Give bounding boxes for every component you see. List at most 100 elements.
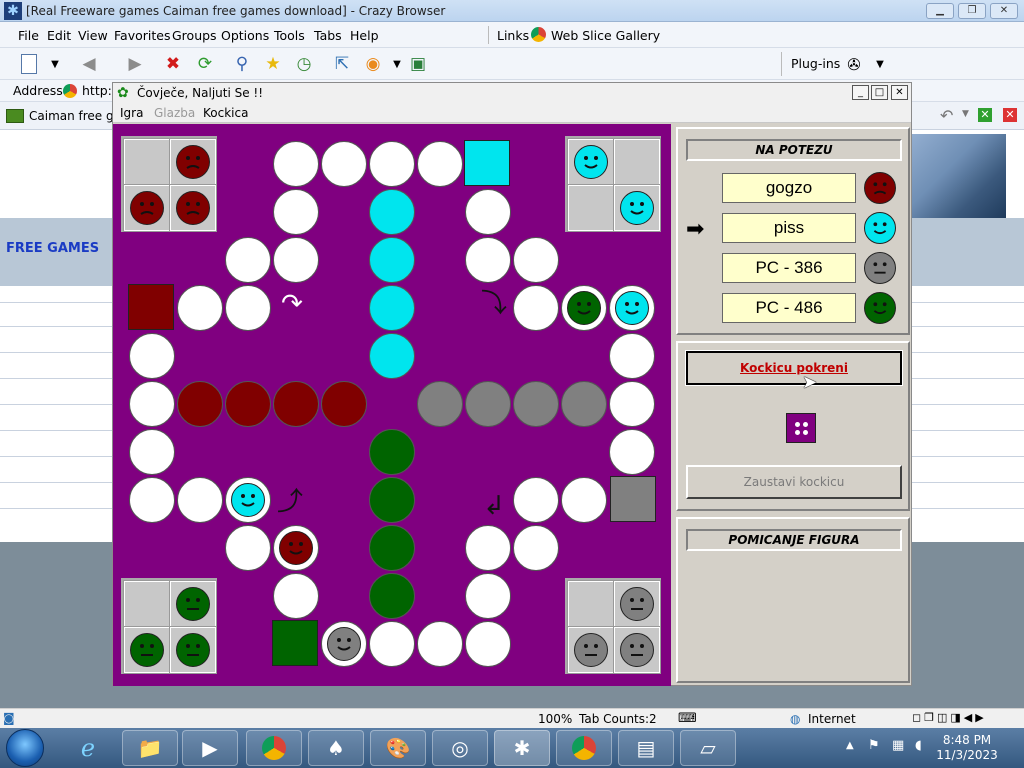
board-field[interactable]	[609, 333, 655, 379]
notes-taskbar-icon[interactable]: ▱	[680, 730, 736, 766]
red-pawn[interactable]	[130, 191, 164, 225]
favorites-star-icon[interactable]: ★	[260, 52, 286, 76]
popup-blocker-icon[interactable]: ⌨	[678, 711, 697, 726]
cyan-pawn[interactable]	[574, 145, 608, 179]
internet-explorer-icon[interactable]: ℯ	[66, 730, 110, 766]
rss-icon[interactable]: ◉	[360, 52, 386, 76]
home-lane-red[interactable]	[273, 381, 319, 427]
home-slot[interactable]	[169, 626, 217, 674]
green-pawn[interactable]	[176, 633, 210, 667]
board-field[interactable]	[417, 141, 463, 187]
gray-pawn[interactable]	[574, 633, 608, 667]
board-field[interactable]	[129, 333, 175, 379]
board-field[interactable]	[273, 525, 319, 571]
crazy-browser-taskbar-icon[interactable]: ✱	[494, 730, 550, 766]
home-slot[interactable]	[123, 626, 171, 674]
plugins-label[interactable]: Plug-ins	[791, 56, 840, 71]
home-lane-gray[interactable]	[513, 381, 559, 427]
board-field[interactable]	[561, 285, 607, 331]
board-field[interactable]	[273, 189, 319, 235]
home-lane-red[interactable]	[321, 381, 367, 427]
menu-groups[interactable]: Groups	[172, 28, 217, 43]
board-field[interactable]	[321, 141, 367, 187]
board-field[interactable]	[225, 285, 271, 331]
home-lane-cyan[interactable]	[369, 189, 415, 235]
refresh-icon[interactable]: ⟳	[192, 52, 218, 76]
tray-network-icon[interactable]: ▦	[892, 738, 904, 753]
board-field[interactable]	[273, 573, 319, 619]
start-square-red[interactable]	[128, 284, 174, 330]
home-lane-green[interactable]	[369, 573, 415, 619]
history-icon[interactable]: ◷	[291, 52, 317, 76]
board-field[interactable]	[129, 477, 175, 523]
tray-expand-icon[interactable]: ▲	[846, 740, 854, 751]
board-field[interactable]	[513, 237, 559, 283]
board-field[interactable]	[177, 285, 223, 331]
board-field[interactable]	[129, 429, 175, 475]
start-square-green[interactable]	[272, 620, 318, 666]
menu-kockica[interactable]: Kockica	[203, 106, 248, 120]
menu-igra[interactable]: Igra	[120, 106, 143, 120]
gray-pawn[interactable]	[620, 633, 654, 667]
game-close-button[interactable]: ✕	[891, 85, 908, 100]
home-lane-green[interactable]	[369, 525, 415, 571]
board-field[interactable]	[225, 237, 271, 283]
board-field[interactable]	[465, 621, 511, 667]
board-field[interactable]	[561, 477, 607, 523]
zoom-level[interactable]: 100%	[538, 712, 572, 726]
new-page-icon[interactable]	[16, 52, 42, 76]
media-player-icon[interactable]: ▶	[182, 730, 238, 766]
board-field[interactable]	[609, 429, 655, 475]
menu-tools[interactable]: Tools	[274, 28, 305, 43]
new-dropdown-icon[interactable]: ▼	[42, 52, 68, 76]
window-layout-icons[interactable]: ◻❐◫◨◀▶	[912, 711, 987, 724]
home-slot[interactable]	[169, 184, 217, 232]
home-slot[interactable]	[567, 184, 615, 232]
board-field[interactable]	[513, 525, 559, 571]
search-icon[interactable]: ⚲	[229, 52, 255, 76]
game-minimize-button[interactable]: _	[852, 85, 869, 100]
file-explorer-icon[interactable]: 📁	[122, 730, 178, 766]
fullscreen-icon[interactable]: ⇱	[329, 52, 355, 76]
undo-icon[interactable]: ↶	[940, 106, 953, 125]
maximize-button[interactable]: ❐	[958, 3, 986, 19]
cards-game-icon[interactable]: ♠	[308, 730, 364, 766]
menu-favorites[interactable]: Favorites	[114, 28, 170, 43]
home-slot[interactable]	[613, 580, 661, 628]
tab-caiman[interactable]: Caiman free g	[29, 109, 114, 123]
home-lane-red[interactable]	[177, 381, 223, 427]
start-square-gray[interactable]	[610, 476, 656, 522]
board-field[interactable]	[417, 621, 463, 667]
home-slot[interactable]	[123, 580, 171, 628]
home-lane-gray[interactable]	[465, 381, 511, 427]
home-slot[interactable]	[567, 138, 615, 186]
green-pawn[interactable]	[130, 633, 164, 667]
picture-icon[interactable]: ▣	[405, 52, 431, 76]
game-maximize-button[interactable]: □	[871, 85, 888, 100]
speaker-app-icon[interactable]: ◎	[432, 730, 488, 766]
board-field[interactable]	[369, 621, 415, 667]
minimize-button[interactable]: ▁	[926, 3, 954, 19]
free-games-link[interactable]: FREE GAMES	[6, 241, 99, 256]
tab-green-close-icon[interactable]: ✕	[978, 108, 992, 122]
board-field[interactable]	[465, 237, 511, 283]
links-label[interactable]: Links	[497, 28, 529, 43]
home-lane-red[interactable]	[225, 381, 271, 427]
home-slot[interactable]	[169, 580, 217, 628]
home-lane-cyan[interactable]	[369, 333, 415, 379]
web-slice-gallery-link[interactable]: Web Slice Gallery	[551, 28, 660, 43]
stop-dice-button[interactable]: Zaustavi kockicu	[686, 465, 902, 499]
green-pawn[interactable]	[176, 587, 210, 621]
menu-edit[interactable]: Edit	[47, 28, 71, 43]
home-slot[interactable]	[567, 580, 615, 628]
game-window-taskbar-icon[interactable]: ▤	[618, 730, 674, 766]
undo-dropdown-icon[interactable]: ▼	[962, 109, 969, 119]
start-button[interactable]	[6, 729, 44, 767]
home-slot[interactable]	[169, 138, 217, 186]
home-lane-gray[interactable]	[561, 381, 607, 427]
home-slot[interactable]	[123, 138, 171, 186]
menu-file[interactable]: File	[18, 28, 39, 43]
back-icon[interactable]: ◀	[76, 52, 102, 76]
roll-dice-button[interactable]: Kockicu pokreni	[685, 350, 903, 386]
start-square-cyan[interactable]	[464, 140, 510, 186]
